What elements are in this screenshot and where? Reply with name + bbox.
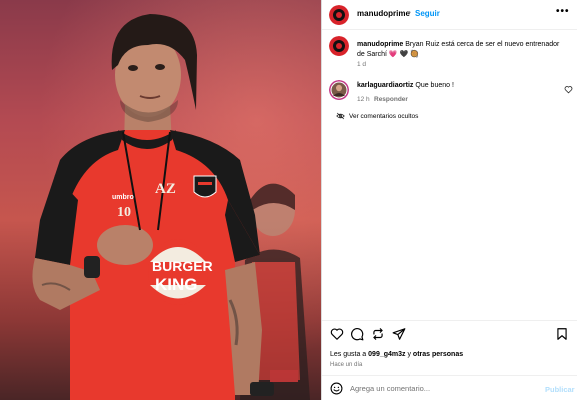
post-username[interactable]: manudoprime (357, 9, 410, 18)
post-caption: manudoprime Bryan Ruiz está cerca de ser… (357, 40, 567, 60)
commenter-avatar[interactable] (329, 80, 349, 100)
comment-text: Que bueno ! (415, 82, 454, 89)
post-timestamp[interactable]: Hace un día (330, 362, 362, 368)
sponsor-line2-text: KING (155, 275, 198, 294)
emoji-icon[interactable] (330, 382, 343, 395)
main-player (32, 105, 274, 400)
publish-button[interactable]: Publicar (545, 385, 575, 394)
jersey-brand-text: umbro (112, 194, 134, 201)
sponsor-line1-text: BURGER (152, 258, 213, 274)
share-icon[interactable] (392, 327, 406, 341)
comment-input[interactable] (350, 381, 530, 395)
post-image[interactable]: umbro AZ 10 BURGER KING (0, 0, 321, 400)
comment-icon[interactable] (350, 327, 364, 341)
comment-username[interactable]: karlaguardiaortiz (357, 82, 413, 89)
comment-body: karlaguardiaortiz Que bueno ! (357, 82, 557, 89)
eye-off-icon (336, 112, 345, 120)
more-options-icon[interactable]: ••• (556, 6, 570, 17)
likes-line: Les gusta a 099_g4m3z y otras personas (330, 351, 463, 358)
caption-timestamp[interactable]: 1 d (357, 61, 366, 68)
caption-avatar[interactable] (329, 36, 349, 56)
add-comment-bar: Publicar (322, 375, 577, 400)
separator-dot: • (408, 8, 411, 17)
post-header: manudoprime • Seguir ••• (322, 0, 577, 30)
comment-heart-icon[interactable] (564, 85, 573, 94)
player-illustration: umbro AZ 10 BURGER KING (32, 14, 310, 400)
repost-icon[interactable] (371, 327, 385, 341)
avatar[interactable] (329, 5, 349, 25)
player-head (111, 14, 197, 122)
heart-icon[interactable] (330, 327, 344, 341)
post-side-panel: manudoprime • Seguir ••• manudoprime Bry… (321, 0, 577, 400)
comment-timestamp[interactable]: 12 h (357, 96, 370, 103)
jersey-number-text: 10 (117, 205, 131, 220)
caption-emojis: 💗 🖤 🥘 (388, 51, 419, 58)
jersey-initials-text: AZ (155, 181, 176, 197)
caption-username[interactable]: manudoprime (357, 41, 403, 48)
view-hidden-comments-link[interactable]: Ver comentarios ocultos (349, 113, 418, 120)
follow-button[interactable]: Seguir (415, 9, 440, 18)
likes-others[interactable]: otras personas (413, 351, 463, 358)
likes-middle: y (407, 351, 411, 358)
likes-user[interactable]: 099_g4m3z (368, 351, 405, 358)
save-icon[interactable] (555, 327, 569, 341)
reply-button[interactable]: Responder (374, 96, 408, 103)
likes-prefix: Les gusta a (330, 351, 367, 358)
